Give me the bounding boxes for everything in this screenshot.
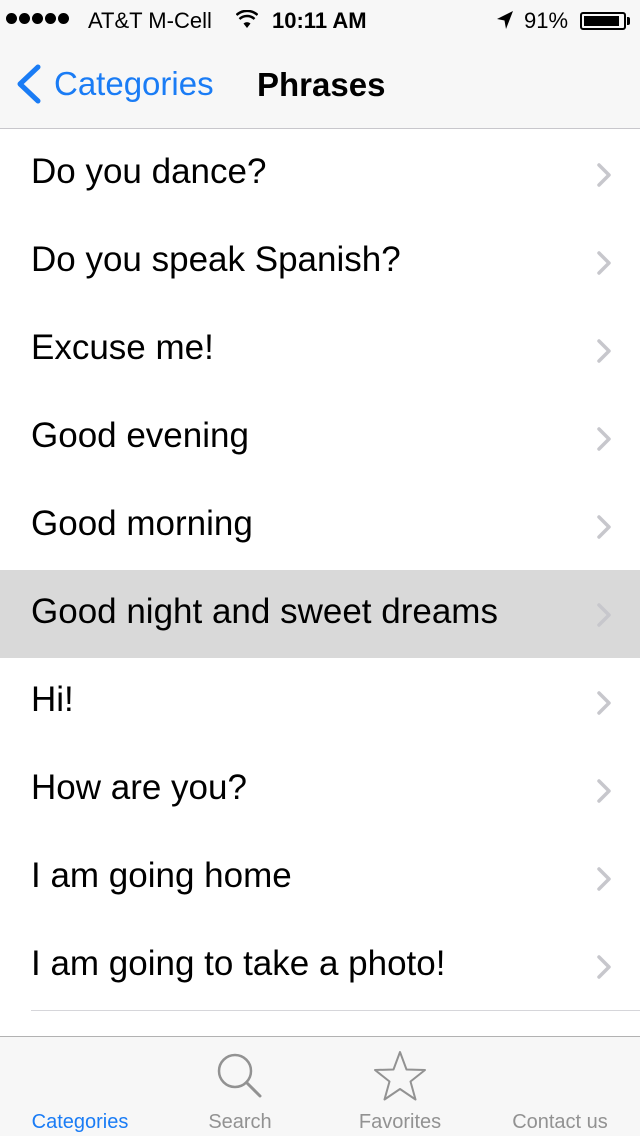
tab-contact-us-label: Contact us (512, 1111, 608, 1133)
signal-strength-icon (6, 13, 69, 24)
screen: AT&T M-Cell 10:11 AM 91% Categories Phra… (0, 0, 640, 1136)
chevron-right-icon (597, 339, 611, 363)
chevron-right-icon (597, 691, 611, 715)
chevron-right-icon (597, 163, 611, 187)
battery-tip (627, 17, 630, 25)
phrase-list[interactable]: Do you dance? Do you speak Spanish? Excuse… (0, 130, 640, 1036)
back-button[interactable]: Categories (14, 64, 214, 104)
status-time: 10:11 AM (272, 8, 367, 33)
tab-bar: Categories Search Favorites Contact us (0, 1036, 640, 1136)
list-item-label: Good night and sweet dreams (31, 592, 498, 631)
list-item[interactable]: I am going home (0, 834, 640, 922)
tab-favorites[interactable]: Favorites (320, 1037, 480, 1136)
status-bar: AT&T M-Cell 10:11 AM 91% (0, 0, 640, 40)
carrier-name: AT&T M-Cell (88, 8, 212, 33)
list-item[interactable]: Do you speak Spanish? (0, 218, 640, 306)
search-icon (217, 1053, 262, 1098)
tab-search[interactable]: Search (160, 1037, 320, 1136)
list-item-label: Good evening (31, 416, 249, 455)
location-arrow-icon (497, 11, 513, 29)
list-item-label: Hi! (31, 680, 74, 719)
page-title: Phrases (257, 66, 386, 103)
list-item[interactable]: Good morning (0, 482, 640, 570)
list-item[interactable]: Good evening (0, 394, 640, 482)
list-item[interactable]: Good night and sweet dreams (0, 570, 640, 658)
chevron-right-icon (597, 427, 611, 451)
list-item-label: Do you speak Spanish? (31, 240, 401, 279)
star-icon (374, 1051, 426, 1101)
tab-categories[interactable]: Categories (0, 1037, 160, 1136)
list-item[interactable]: Excuse me! (0, 306, 640, 394)
list-item-label: Good morning (31, 504, 253, 543)
list-item-label: I am going to take a photo! (31, 944, 446, 983)
list-item[interactable]: I am going to take a photo! (0, 922, 640, 1010)
battery-icon (580, 12, 626, 30)
list-item[interactable]: Do you dance? (0, 130, 640, 218)
battery-percent: 91% (524, 8, 569, 33)
list-item-label: I am going home (31, 856, 292, 895)
list-item[interactable]: Hi! (0, 658, 640, 746)
list-item-label: Do you dance? (31, 152, 267, 191)
chevron-right-icon (597, 603, 611, 627)
list-item-label: Excuse me! (31, 328, 214, 367)
navigation-bar: Categories Phrases (0, 40, 640, 129)
back-button-label: Categories (54, 65, 214, 102)
chevron-right-icon (597, 515, 611, 539)
tab-contact-us[interactable]: Contact us (480, 1037, 640, 1136)
chevron-right-icon (597, 251, 611, 275)
list-separator (31, 1010, 640, 1011)
tab-categories-label: Categories (31, 1111, 129, 1133)
chevron-right-icon (597, 779, 611, 803)
tab-search-label: Search (208, 1111, 272, 1133)
chevron-right-icon (597, 955, 611, 979)
list-item[interactable]: How are you? (0, 746, 640, 834)
back-chevron-icon (17, 64, 41, 104)
chevron-right-icon (597, 867, 611, 891)
tab-favorites-label: Favorites (358, 1111, 442, 1133)
wifi-icon (236, 10, 258, 28)
list-item-label: How are you? (31, 768, 247, 807)
